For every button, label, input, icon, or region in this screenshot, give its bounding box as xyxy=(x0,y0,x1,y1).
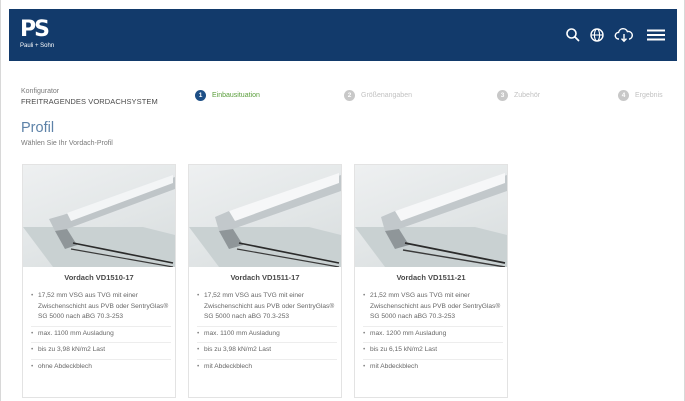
page-title: Profil xyxy=(21,120,55,136)
feature-list: 17,52 mm VSG aus TVG mit einer Zwischens… xyxy=(31,289,171,376)
step-number: 1 xyxy=(195,89,206,101)
feature-item: max. 1200 mm Ausladung xyxy=(363,327,503,344)
feature-list: 21,52 mm VSG aus TVG mit einer Zwischens… xyxy=(363,289,503,376)
feature-item: bis zu 6,15 kN/m2 Last xyxy=(363,343,503,360)
profile-card-vd1511-17[interactable]: Vordach VD1511-17 17,52 mm VSG aus TVG m… xyxy=(188,164,342,398)
card-title: Vordach VD1511-21 xyxy=(396,273,466,282)
step-einbausituation[interactable]: 1 Einbausituation xyxy=(195,89,260,101)
cloud-download-icon[interactable] xyxy=(614,26,634,44)
step-label: Zubehör xyxy=(514,91,541,99)
step-label: Größenangaben xyxy=(361,91,412,99)
search-icon[interactable] xyxy=(564,26,582,44)
breadcrumb-kicker: Konfigurator xyxy=(21,88,60,95)
feature-item: 17,52 mm VSG aus TVG mit einer Zwischens… xyxy=(197,289,337,327)
app-window: PS Pauli + Sohn Konfigurator FREITRAGEND… xyxy=(0,0,685,401)
profile-card-vd1510-17[interactable]: Vordach VD1510-17 17,52 mm VSG aus TVG m… xyxy=(22,164,176,398)
step-number: 4 xyxy=(618,89,629,101)
menu-icon[interactable] xyxy=(646,26,666,44)
feature-item: max. 1100 mm Ausladung xyxy=(197,327,337,344)
page-subtitle: Wählen Sie Ihr Vordach-Profil xyxy=(21,140,113,147)
product-image xyxy=(23,165,175,267)
card-title: Vordach VD1510-17 xyxy=(64,273,134,282)
feature-item: bis zu 3,98 kN/m2 Last xyxy=(31,343,171,360)
feature-item: 21,52 mm VSG aus TVG mit einer Zwischens… xyxy=(363,289,503,327)
step-label: Einbausituation xyxy=(212,91,260,99)
feature-item: max. 1100 mm Ausladung xyxy=(31,327,171,344)
logo-subtitle: Pauli + Sohn xyxy=(20,43,55,49)
feature-item: 17,52 mm VSG aus TVG mit einer Zwischens… xyxy=(31,289,171,327)
feature-item: mit Abdeckblech xyxy=(363,360,503,376)
step-groessenangaben[interactable]: 2 Größenangaben xyxy=(344,89,412,101)
logo-mark: PS xyxy=(20,17,50,42)
feature-item: mit Abdeckblech xyxy=(197,360,337,376)
feature-item: bis zu 3,98 kN/m2 Last xyxy=(197,343,337,360)
profile-card-vd1511-21[interactable]: Vordach VD1511-21 21,52 mm VSG aus TVG m… xyxy=(354,164,508,398)
product-image xyxy=(189,165,341,267)
product-image xyxy=(355,165,507,267)
site-header: PS Pauli + Sohn xyxy=(9,9,677,61)
step-zubehoer[interactable]: 3 Zubehör xyxy=(497,89,540,101)
step-label: Ergebnis xyxy=(635,91,663,99)
step-number: 3 xyxy=(497,89,508,101)
feature-item: ohne Abdeckblech xyxy=(31,360,171,376)
logo[interactable]: PS Pauli + Sohn xyxy=(20,19,70,53)
feature-list: 17,52 mm VSG aus TVG mit einer Zwischens… xyxy=(197,289,337,376)
step-ergebnis[interactable]: 4 Ergebnis xyxy=(618,89,663,101)
card-title: Vordach VD1511-17 xyxy=(230,273,300,282)
breadcrumb-title: FREITRAGENDES VORDACHSYSTEM xyxy=(21,97,158,106)
globe-icon[interactable] xyxy=(588,26,606,44)
step-number: 2 xyxy=(344,89,355,101)
